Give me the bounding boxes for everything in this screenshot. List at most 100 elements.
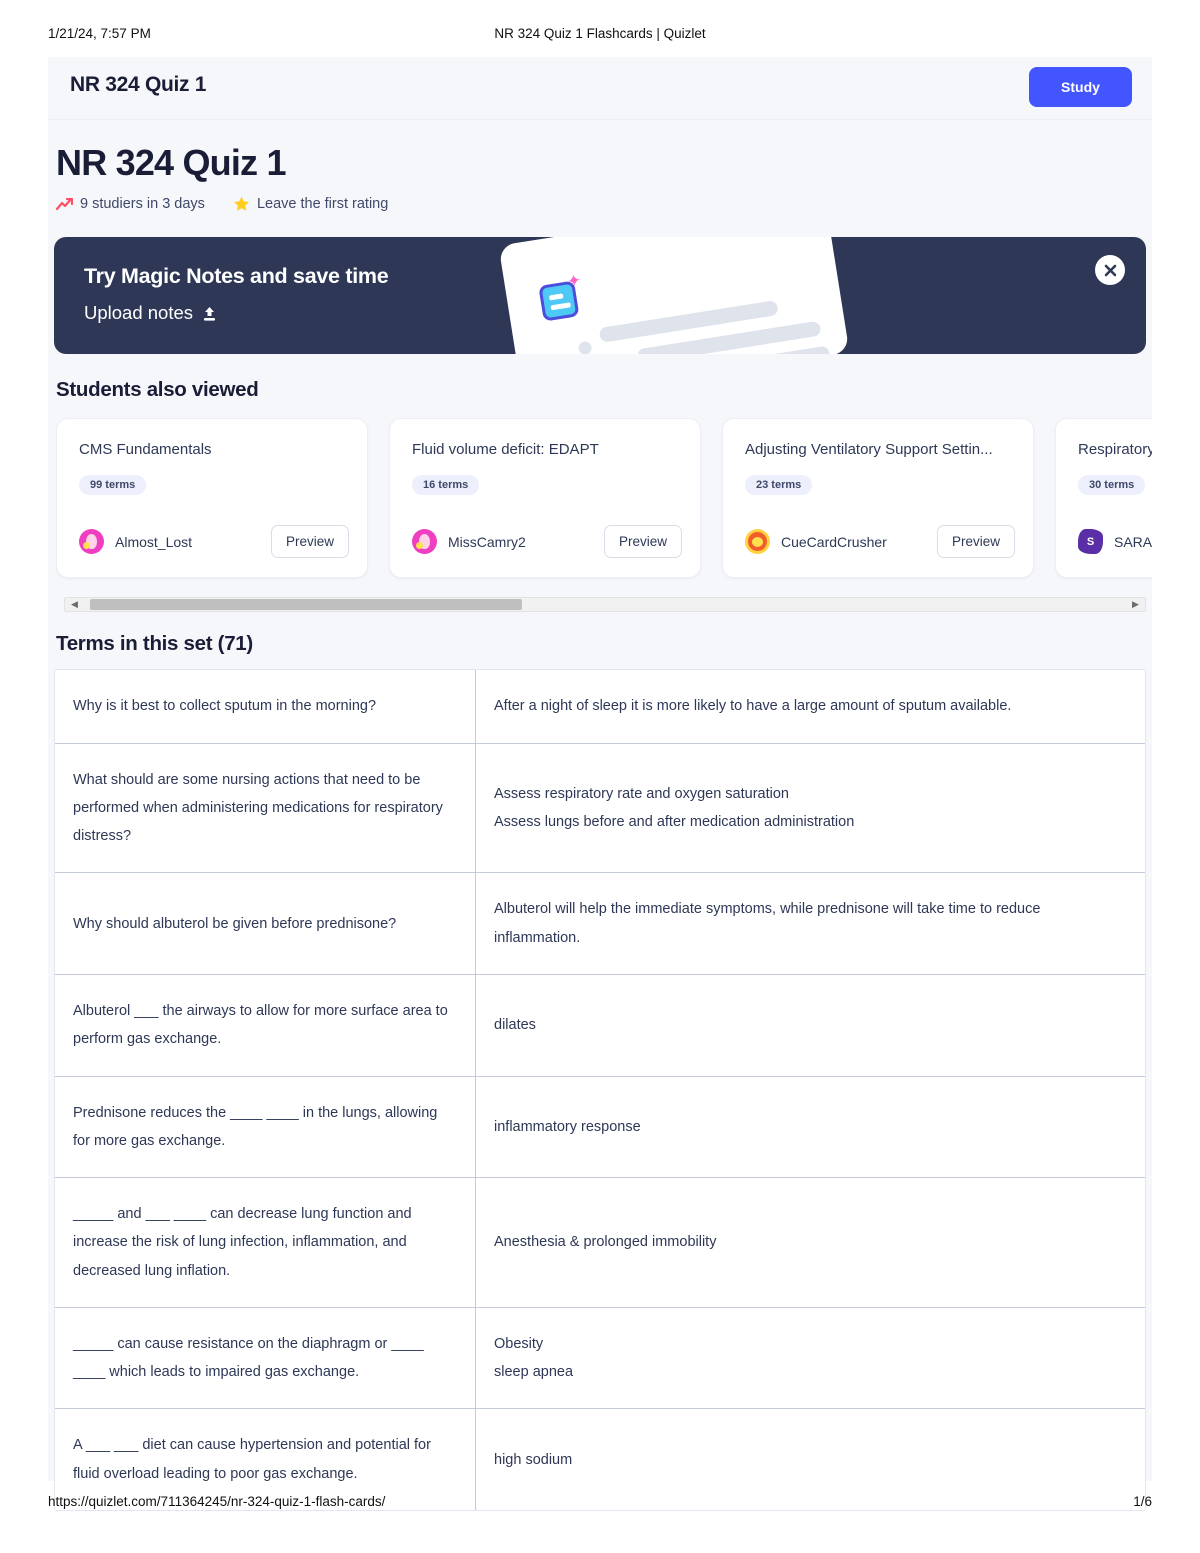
banner-upload-action[interactable]: Upload notes — [84, 302, 388, 324]
preview-button[interactable]: Preview — [936, 525, 1015, 559]
table-row[interactable]: Albuterol ___ the airways to allow for m… — [55, 974, 1145, 1077]
table-row[interactable]: What should are some nursing actions tha… — [55, 743, 1145, 874]
definition-cell: Albuterol will help the immediate sympto… — [475, 873, 1145, 974]
horizontal-scrollbar[interactable]: ◀ ▶ — [64, 597, 1146, 613]
term-cell: _____ and ___ ____ can decrease lung fun… — [55, 1178, 475, 1307]
avatar — [79, 529, 104, 555]
banner-title: Try Magic Notes and save time — [84, 264, 389, 289]
set-card-footer: CueCardCrusher Preview — [745, 525, 1015, 559]
terms-heading: Terms in this set (71) — [56, 632, 253, 656]
set-card-footer: S SARAH Preview — [1078, 525, 1152, 558]
magic-notes-illustration: ✦ — [498, 237, 850, 355]
term-text: What should are some nursing actions tha… — [73, 771, 443, 845]
set-card-title: Respiratory — [1078, 441, 1152, 459]
definition-text: Albuterol will help the immediate sympto… — [494, 901, 1041, 946]
set-card-footer: Almost_Lost Preview — [79, 525, 349, 559]
preview-button[interactable]: Preview — [603, 525, 682, 559]
term-text: Prednisone reduces the ____ ____ in the … — [73, 1104, 438, 1149]
avatar: S — [1078, 529, 1103, 555]
set-card-term-count: 30 terms — [1078, 475, 1146, 496]
definition-cell: After a night of sleep it is more likely… — [475, 670, 1145, 743]
term-text: Why is it best to collect sputum in the … — [73, 698, 377, 715]
set-card-term-count: 23 terms — [745, 475, 813, 496]
note-line-2 — [550, 302, 572, 311]
set-card[interactable]: Fluid volume deficit: EDAPT 16 terms Mis… — [389, 418, 701, 579]
term-cell: Prednisone reduces the ____ ____ in the … — [55, 1077, 475, 1178]
hero-section: NR 324 Quiz 1 9 studiers in 3 days Leave… — [48, 120, 1152, 216]
trending-up-icon — [55, 197, 74, 211]
set-card[interactable]: Respiratory 30 terms S SARAH Preview — [1055, 418, 1152, 579]
magic-notes-banner[interactable]: ✦ Try Magic Notes and save time Upload n… — [54, 237, 1146, 355]
definition-text: Assess respiratory rate and oxygen satur… — [494, 785, 855, 831]
star-icon — [233, 196, 250, 212]
term-cell: Why is it best to collect sputum in the … — [55, 670, 475, 742]
set-card-track: CMS Fundamentals 99 terms Almost_Lost Pr… — [56, 418, 1152, 585]
preview-button[interactable]: Preview — [270, 525, 349, 559]
term-text: A ___ ___ diet can cause hypertension an… — [73, 1437, 431, 1482]
scroll-left-icon[interactable]: ◀ — [69, 599, 80, 610]
set-card-rail: CMS Fundamentals 99 terms Almost_Lost Pr… — [56, 418, 1152, 585]
print-footer-page: 1/6 — [1133, 1494, 1152, 1509]
scrollbar-thumb[interactable] — [90, 599, 522, 611]
definition-text: inflammatory response — [494, 1118, 641, 1135]
definition-text: dilates — [494, 1017, 536, 1034]
avatar — [745, 529, 770, 555]
term-text: _____ and ___ ____ can decrease lung fun… — [73, 1206, 412, 1279]
page-title: NR 324 Quiz 1 — [56, 142, 286, 183]
definition-text: Obesity sleep apnea — [494, 1335, 574, 1381]
set-card-footer: MissCamry2 Preview — [412, 525, 682, 559]
table-row[interactable]: _____ and ___ ____ can decrease lung fun… — [55, 1178, 1145, 1308]
set-card-username[interactable]: MissCamry2 — [448, 534, 526, 550]
note-line-1 — [548, 293, 564, 301]
studiers-label: 9 studiers in 3 days — [80, 196, 205, 213]
definition-cell: Anesthesia & prolonged immobility — [475, 1178, 1145, 1307]
table-row[interactable]: Prednisone reduces the ____ ____ in the … — [55, 1076, 1145, 1179]
sparkle-icon: ✦ — [565, 270, 583, 292]
print-header-title: NR 324 Quiz 1 Flashcards | Quizlet — [494, 26, 706, 41]
definition-text: high sodium — [494, 1451, 573, 1468]
set-card-username[interactable]: SARAH — [1114, 534, 1152, 550]
set-card-username[interactable]: CueCardCrusher — [781, 534, 887, 550]
bullet-dot — [577, 340, 593, 355]
set-card-username[interactable]: Almost_Lost — [115, 534, 192, 550]
definition-cell: Obesity sleep apnea — [475, 1307, 1145, 1409]
table-row[interactable]: Why is it best to collect sputum in the … — [55, 670, 1145, 744]
banner-copy: Try Magic Notes and save time Upload not… — [84, 264, 389, 324]
avatar — [412, 529, 437, 555]
term-cell: What should are some nursing actions tha… — [55, 744, 475, 873]
study-button[interactable]: Study — [1029, 67, 1132, 107]
topbar-set-title: NR 324 Quiz 1 — [70, 73, 207, 96]
hero-meta: 9 studiers in 3 days Leave the first rat… — [55, 196, 1152, 213]
term-cell: Albuterol ___ the airways to allow for m… — [55, 975, 475, 1076]
set-card-title: Fluid volume deficit: EDAPT — [412, 441, 599, 459]
scroll-right-icon[interactable]: ▶ — [1130, 599, 1141, 610]
set-card-title: CMS Fundamentals — [79, 441, 212, 459]
students-also-viewed-heading: Students also viewed — [56, 378, 259, 402]
sticky-topbar: NR 324 Quiz 1 Study — [48, 57, 1152, 120]
upload-icon — [202, 305, 217, 321]
definition-cell: inflammatory response — [475, 1076, 1145, 1178]
definition-cell: Assess respiratory rate and oxygen satur… — [475, 743, 1145, 873]
set-card-term-count: 99 terms — [79, 475, 147, 496]
page-canvas: NR 324 Quiz 1 Study NR 324 Quiz 1 9 stud… — [48, 57, 1152, 1511]
set-card[interactable]: CMS Fundamentals 99 terms Almost_Lost Pr… — [56, 418, 368, 579]
definition-text: Anesthesia & prolonged immobility — [494, 1234, 717, 1251]
set-card-term-count: 16 terms — [412, 475, 480, 496]
term-text: Why should albuterol be given before pre… — [73, 915, 397, 932]
term-cell: _____ can cause resistance on the diaphr… — [55, 1308, 475, 1409]
close-icon[interactable] — [1095, 255, 1125, 286]
rating-link[interactable]: Leave the first rating — [233, 196, 388, 212]
definition-cell: dilates — [475, 974, 1145, 1076]
studiers-stat: 9 studiers in 3 days — [55, 196, 205, 213]
term-text: Albuterol ___ the airways to allow for m… — [73, 1002, 448, 1048]
rating-label: Leave the first rating — [256, 196, 389, 213]
term-text: _____ can cause resistance on the diaphr… — [73, 1335, 424, 1381]
table-row[interactable]: _____ can cause resistance on the diaphr… — [55, 1307, 1145, 1410]
table-row[interactable]: Why should albuterol be given before pre… — [55, 873, 1145, 975]
set-card[interactable]: Adjusting Ventilatory Support Settin... … — [722, 418, 1034, 579]
term-cell: Why should albuterol be given before pre… — [55, 873, 475, 974]
banner-upload-label: Upload notes — [84, 302, 194, 324]
terms-table: Why is it best to collect sputum in the … — [54, 669, 1146, 1511]
students-also-viewed-section: Students also viewed CMS Fundamentals 99… — [48, 378, 1152, 613]
definition-text: After a night of sleep it is more likely… — [494, 698, 1012, 715]
